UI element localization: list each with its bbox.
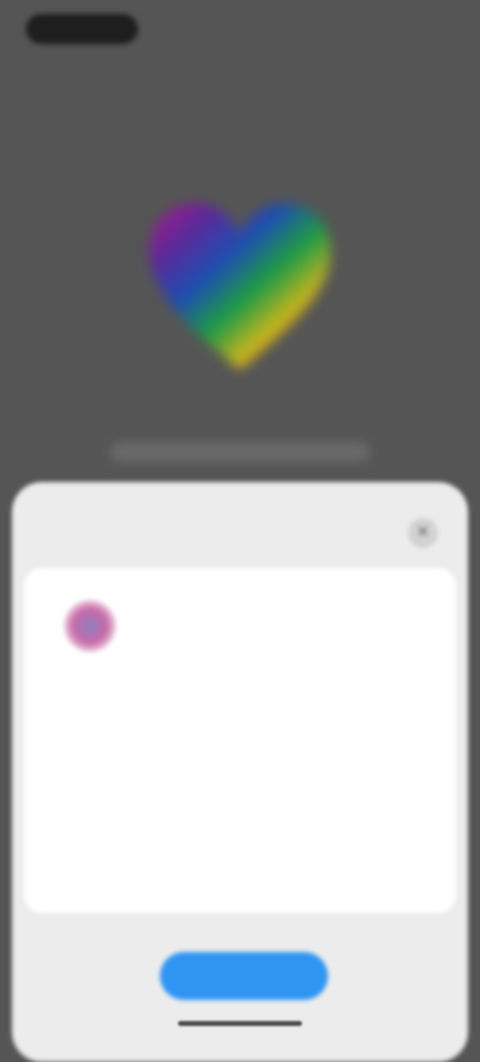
status-bar bbox=[0, 0, 480, 60]
rainbow-heart-icon bbox=[140, 190, 340, 380]
close-icon[interactable]: ✕ bbox=[408, 518, 438, 548]
status-bar-indicator bbox=[26, 14, 138, 44]
app-logo-icon bbox=[64, 600, 116, 652]
hero-heading bbox=[110, 442, 370, 462]
info-card bbox=[24, 568, 456, 913]
permission-sheet: ✕ bbox=[12, 482, 468, 1062]
home-indicator[interactable] bbox=[178, 1021, 302, 1026]
app-row bbox=[52, 592, 436, 662]
rainbow-heart-graphic bbox=[149, 203, 331, 370]
primary-button[interactable] bbox=[160, 952, 328, 1000]
